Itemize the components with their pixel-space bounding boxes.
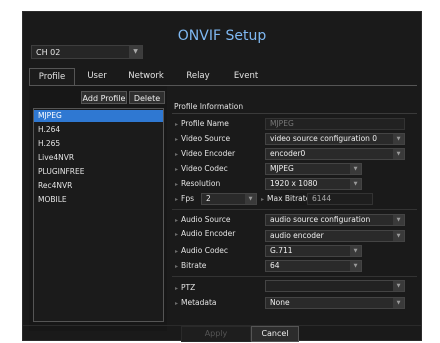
- audio-source-select[interactable]: audio source configuration ▼: [265, 214, 405, 226]
- profile-name-field[interactable]: MJPEG: [265, 118, 405, 130]
- chevron-down-icon: ▼: [393, 215, 404, 225]
- page-title: ONVIF Setup: [177, 28, 267, 44]
- max-bitrate-label: ▸ Max Bitrate: [261, 194, 311, 203]
- bullet-icon: ▸: [175, 248, 179, 255]
- bullet-icon: ▸: [175, 231, 179, 238]
- divider: [172, 209, 417, 210]
- tab-network[interactable]: Network: [119, 68, 173, 85]
- chevron-down-icon: ▼: [350, 246, 361, 256]
- add-profile-button[interactable]: Add Profile: [81, 91, 127, 104]
- fps-label: ▸ Fps: [175, 194, 194, 203]
- max-bitrate-field[interactable]: 6144: [307, 193, 373, 205]
- video-codec-label: ▸ Video Codec: [175, 164, 228, 173]
- video-codec-select[interactable]: MJPEG ▼: [265, 163, 362, 175]
- chevron-down-icon: ▼: [393, 149, 404, 159]
- list-item-mjpeg[interactable]: MJPEG: [34, 110, 163, 122]
- bullet-icon: ▸: [175, 121, 179, 128]
- ptz-label: ▸ PTZ: [175, 283, 196, 292]
- ptz-select[interactable]: ▼: [265, 280, 405, 292]
- bullet-icon: ▸: [175, 151, 179, 158]
- tab-user[interactable]: User: [77, 68, 117, 85]
- list-item-live4nvr[interactable]: Live4NVR: [34, 152, 163, 164]
- bullet-icon: ▸: [175, 181, 179, 188]
- chevron-down-icon: ▼: [350, 179, 361, 189]
- bullet-icon: ▸: [175, 300, 179, 307]
- chevron-down-icon: ▼: [350, 261, 361, 271]
- bullet-icon: ▸: [175, 136, 179, 143]
- list-item-h265[interactable]: H.265: [34, 138, 163, 150]
- bullet-icon: ▸: [261, 196, 265, 203]
- bullet-icon: ▸: [175, 166, 179, 173]
- profile-name-label: ▸ Profile Name: [175, 119, 229, 128]
- resolution-select[interactable]: 1920 x 1080 ▼: [265, 178, 362, 190]
- list-item-h264[interactable]: H.264: [34, 124, 163, 136]
- tab-relay[interactable]: Relay: [175, 68, 221, 85]
- video-source-label: ▸ Video Source: [175, 134, 231, 143]
- list-item-pluginfree[interactable]: PLUGINFREE: [34, 166, 163, 178]
- metadata-select[interactable]: None ▼: [265, 297, 405, 309]
- profile-info-heading: Profile Information: [174, 102, 244, 111]
- chevron-down-icon: ▼: [393, 298, 404, 308]
- onvif-setup-window: ONVIF Setup CH 02 ▼ Profile User Network…: [22, 11, 422, 342]
- bitrate-label: ▸ Bitrate: [175, 261, 207, 270]
- chevron-down-icon: ▼: [393, 231, 404, 241]
- list-item-mobile[interactable]: MOBILE: [34, 194, 163, 206]
- audio-encoder-label: ▸ Audio Encoder: [175, 229, 236, 238]
- fps-select[interactable]: 2 ▼: [201, 193, 257, 205]
- metadata-label: ▸ Metadata: [175, 298, 217, 307]
- video-encoder-select[interactable]: encoder0 ▼: [265, 148, 405, 160]
- audio-source-label: ▸ Audio Source: [175, 215, 231, 224]
- bullet-icon: ▸: [175, 217, 179, 224]
- tab-event[interactable]: Event: [223, 68, 269, 85]
- audio-codec-label: ▸ Audio Codec: [175, 246, 229, 255]
- resolution-label: ▸ Resolution: [175, 179, 221, 188]
- chevron-down-icon: ▼: [393, 281, 404, 291]
- bullet-icon: ▸: [175, 263, 179, 270]
- chevron-down-icon: ▼: [393, 134, 404, 144]
- divider: [172, 113, 417, 114]
- apply-button[interactable]: Apply: [181, 326, 251, 342]
- delete-button[interactable]: Delete: [129, 91, 165, 104]
- chevron-down-icon: ▼: [350, 164, 361, 174]
- video-encoder-label: ▸ Video Encoder: [175, 149, 236, 158]
- bitrate-select[interactable]: 64 ▼: [265, 260, 362, 272]
- chevron-down-icon: ▼: [129, 46, 142, 58]
- profile-list: MJPEG H.264 H.265 Live4NVR PLUGINFREE Re…: [33, 108, 164, 322]
- bullet-icon: ▸: [175, 196, 179, 203]
- list-item-rec4nvr[interactable]: Rec4NVR: [34, 180, 163, 192]
- bullet-icon: ▸: [175, 285, 179, 292]
- channel-select[interactable]: CH 02 ▼: [31, 45, 143, 59]
- cancel-button[interactable]: Cancel: [251, 326, 299, 342]
- chevron-down-icon: ▼: [245, 194, 256, 204]
- divider: [172, 276, 417, 277]
- audio-codec-select[interactable]: G.711 ▼: [265, 245, 362, 257]
- channel-value: CH 02: [36, 48, 61, 57]
- audio-encoder-select[interactable]: audio encoder ▼: [265, 230, 405, 242]
- tab-profile[interactable]: Profile: [29, 68, 75, 85]
- video-source-select[interactable]: video source configuration 0 ▼: [265, 133, 405, 145]
